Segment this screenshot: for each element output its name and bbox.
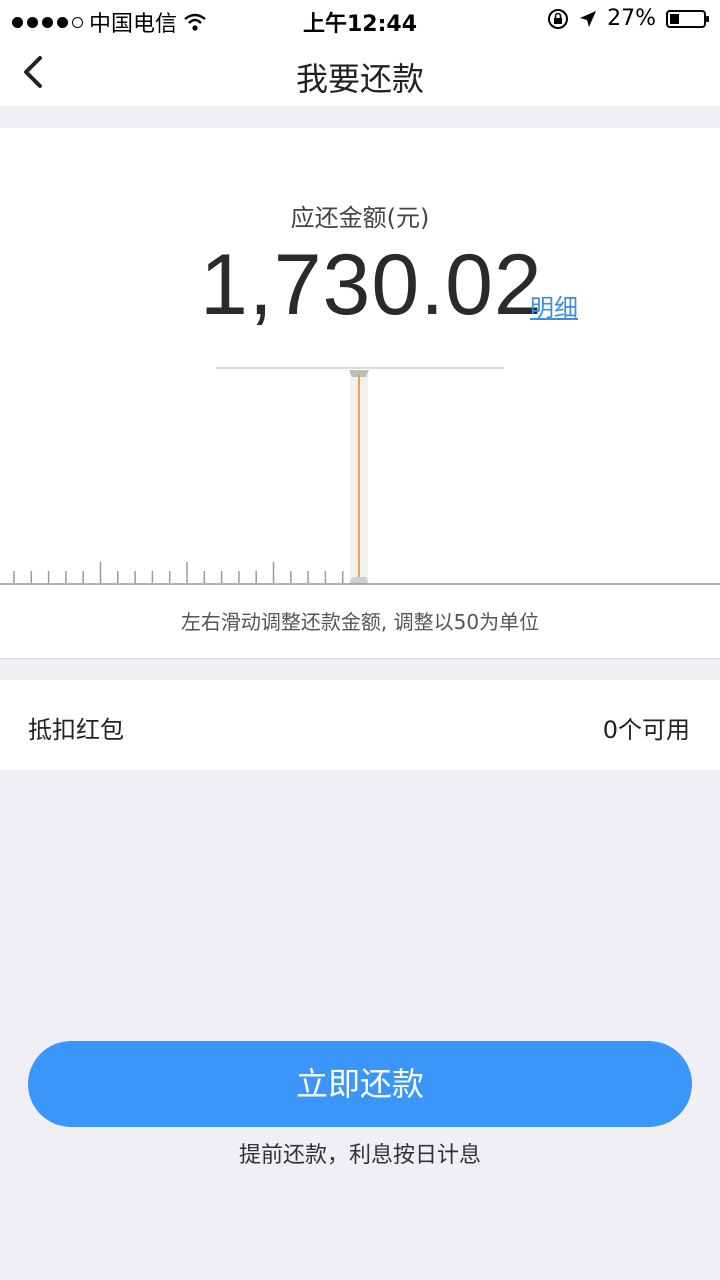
ruler-ticks [13,562,344,583]
amount-card: 应还金额(元) 1,730.02 明细 左右滑动调整还款金额, 调整以50为单位 [0,128,720,659]
status-right: 27% [547,6,709,31]
coupon-row[interactable]: 抵扣红包 0个可用 [0,680,720,770]
amount-slider[interactable] [0,364,720,586]
pay-footnote: 提前还款，利息按日计息 [238,1143,481,1168]
coupon-label: 抵扣红包 [28,716,124,744]
rotation-lock-icon [548,8,569,29]
location-arrow-icon [580,10,597,27]
detail-link[interactable]: 明细 [530,288,578,323]
battery-icon [666,9,709,28]
pay-now-button[interactable]: 立即还款 [28,1041,692,1127]
battery-percent: 27% [607,6,656,31]
slider-hint: 左右滑动调整还款金额, 调整以50为单位 [180,610,540,634]
status-bar: 中国电信 上午12:44 27% [0,0,720,40]
nav-bar: 我要还款 [0,40,720,106]
amount-value: 1,730.02 [200,237,543,333]
page-title: 我要还款 [295,60,424,98]
amount-label: 应还金额(元) [290,204,430,232]
slider-bottom-cap [349,577,369,584]
coupon-value: 0个可用 [602,716,690,744]
